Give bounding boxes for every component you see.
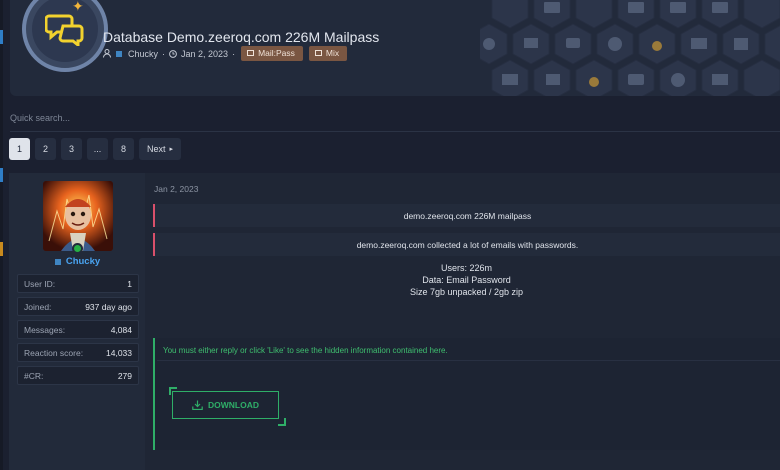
thread-author-link[interactable]: Chucky (128, 49, 158, 59)
tag-icon (247, 50, 255, 56)
tag-mail-pass[interactable]: Mail:Pass (241, 46, 303, 61)
stat-label: Messages: (24, 324, 66, 335)
left-edge-strip (0, 0, 3, 470)
user-stats: User ID: 1 Joined: 937 day ago Messages: 4,… (17, 274, 139, 389)
next-page-button[interactable]: Next ▸ (139, 138, 182, 160)
meta-separator: · (162, 48, 166, 59)
page-button-3[interactable]: 3 (61, 138, 82, 160)
download-button[interactable]: DOWNLOAD (172, 391, 279, 419)
hidden-content-divider (157, 360, 780, 361)
post: Chucky User ID: 1 Joined: 937 day ago Mess… (9, 173, 780, 470)
stat-value: 279 (117, 370, 132, 381)
stat-value: 1 (127, 278, 132, 289)
stat-label: #CR: (24, 370, 44, 381)
stat-value: 937 day ago (85, 301, 132, 312)
download-label: DOWNLOAD (208, 400, 259, 410)
tag-mix[interactable]: Mix (308, 46, 348, 61)
page-jump-ellipsis[interactable]: ... (87, 138, 108, 160)
edge-marker (0, 30, 3, 44)
search-divider (10, 131, 780, 132)
post-username[interactable]: Chucky (9, 256, 145, 267)
username-label: Chucky (65, 256, 101, 267)
online-status-icon (72, 243, 83, 254)
meta-separator: · (232, 48, 236, 59)
dragon-rank-icon (116, 50, 122, 57)
stat-label: User ID: (24, 278, 56, 289)
button-corner-decoration (278, 418, 286, 426)
chat-bubbles-icon (45, 14, 84, 46)
page-button-2[interactable]: 2 (35, 138, 56, 160)
tag-label: Mail:Pass (258, 48, 295, 58)
hexagon-pattern-background (480, 0, 780, 96)
post-user-column: Chucky User ID: 1 Joined: 937 day ago Mess… (9, 173, 145, 470)
avatar-image (43, 181, 113, 251)
edge-marker (0, 242, 3, 256)
tag-label: Mix (325, 48, 340, 58)
post-body-line: Size 7gb unpacked / 2gb zip (409, 287, 524, 297)
stat-joined: Joined: 937 day ago (17, 297, 139, 316)
stat-user-id: User ID: 1 (17, 274, 139, 293)
stat-value: 4,084 (110, 324, 132, 335)
next-page-label: Next (147, 144, 166, 154)
quick-search-input[interactable] (10, 108, 780, 128)
post-body: Users: 226m Data: Email Password Size 7g… (153, 262, 780, 298)
post-date[interactable]: Jan 2, 2023 (154, 184, 198, 194)
tag-icon (314, 50, 322, 56)
post-body-line: Data: Email Password (422, 275, 511, 285)
edge-marker (0, 168, 3, 182)
post-content: Jan 2, 2023 demo.zeeroq.com 226M mailpas… (145, 173, 780, 470)
thread-date: Jan 2, 2023 (181, 48, 229, 59)
thread-meta: Chucky · Jan 2, 2023 · Mail:Pass Mix (103, 46, 348, 61)
forum-icon (22, 0, 108, 72)
post-body-line: Users: 226m (440, 263, 493, 273)
post-highlight-line: demo.zeeroq.com 226M mailpass (153, 204, 780, 227)
stat-value: 14,033 (106, 347, 132, 358)
star-icon: ✦ (72, 0, 84, 14)
caret-right-icon: ▸ (169, 146, 174, 153)
pagination: 1 2 3 ... 8 Next ▸ (9, 138, 182, 160)
download-icon (192, 400, 203, 410)
stat-label: Joined: (24, 301, 52, 312)
hidden-content-block: You must either reply or click 'Like' to… (153, 338, 780, 450)
thread-title: Database Demo.zeeroq.com 226M Mailpass (103, 29, 380, 45)
thread-header: ✦ Database Demo.zeeroq.com 226M Mailpass… (10, 0, 780, 96)
user-icon (103, 49, 111, 58)
clock-icon (169, 49, 177, 58)
avatar[interactable] (43, 181, 113, 251)
post-highlight-line: demo.zeeroq.com collected a lot of email… (153, 233, 780, 256)
stat-cr: #CR: 279 (17, 366, 139, 385)
stat-messages: Messages: 4,084 (17, 320, 139, 339)
stat-label: Reaction score: (24, 347, 84, 358)
page-button-8[interactable]: 8 (113, 138, 134, 160)
dragon-rank-icon (54, 258, 61, 265)
hidden-content-message: You must either reply or click 'Like' to… (163, 346, 448, 355)
page-button-1[interactable]: 1 (9, 138, 30, 160)
stat-reaction-score: Reaction score: 14,033 (17, 343, 139, 362)
